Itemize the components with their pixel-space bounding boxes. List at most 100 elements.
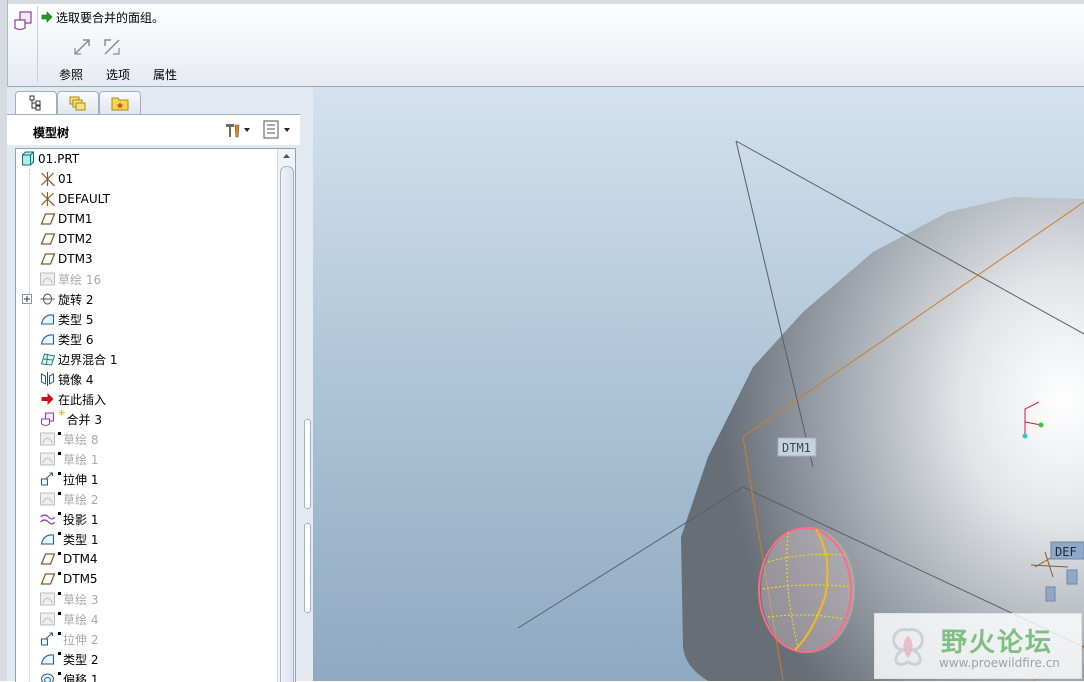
prompt-arrow-icon bbox=[41, 11, 53, 23]
show-options-icon[interactable] bbox=[262, 120, 294, 140]
new-feature-marker bbox=[58, 432, 61, 435]
merge-feature-icon bbox=[12, 10, 34, 32]
tab-options[interactable]: 选项 bbox=[106, 66, 130, 83]
settings-tools-icon[interactable] bbox=[223, 121, 253, 139]
new-feature-marker bbox=[58, 652, 61, 655]
sketch-icon bbox=[39, 491, 56, 507]
new-feature-marker bbox=[58, 612, 61, 615]
tree-root-label: 01.PRT bbox=[38, 152, 79, 166]
tree-item[interactable]: DTM3 bbox=[39, 249, 93, 269]
sketch-icon bbox=[39, 451, 56, 467]
datum-plane-icon bbox=[39, 251, 56, 267]
tree-item[interactable]: 旋转 2 bbox=[39, 289, 93, 309]
tree-root[interactable]: 01.PRT bbox=[19, 149, 79, 169]
sphere-surface[interactable] bbox=[681, 197, 1084, 681]
tree-item[interactable]: 在此插入 bbox=[39, 389, 106, 409]
sketch-icon bbox=[39, 611, 56, 627]
surface-icon bbox=[39, 531, 56, 547]
tree-item-label: DTM1 bbox=[58, 212, 93, 226]
panel-splitter[interactable] bbox=[300, 87, 313, 681]
new-feature-marker bbox=[58, 672, 61, 675]
tree-item[interactable]: 偏移 1 bbox=[39, 669, 98, 682]
tab-references[interactable]: 参照 bbox=[59, 66, 83, 83]
boundary-blend-icon bbox=[39, 351, 56, 367]
sketch-icon bbox=[39, 431, 56, 447]
model-view: DTM1 DEF bbox=[313, 87, 1084, 681]
tree-item[interactable]: 镜像 4 bbox=[39, 369, 93, 389]
csys-icon bbox=[39, 171, 56, 187]
model-tree-header: 模型树 bbox=[7, 114, 307, 145]
model-tree: 01.PRT 01DEFAULTDTM1DTM2DTM3草绘 16旋转 2类型 … bbox=[15, 148, 296, 682]
join-option-icon[interactable] bbox=[72, 37, 92, 57]
tree-item-label: 投影 1 bbox=[63, 511, 98, 528]
merge-icon bbox=[39, 411, 56, 427]
offset-icon bbox=[39, 671, 56, 682]
tree-item[interactable]: DTM1 bbox=[39, 209, 93, 229]
favorites-tab[interactable] bbox=[99, 91, 141, 114]
new-feature-marker bbox=[58, 592, 61, 595]
tree-item[interactable]: 草绘 8 bbox=[39, 429, 98, 449]
scrollbar-thumb[interactable] bbox=[280, 166, 294, 682]
top-toolbar-strip bbox=[0, 0, 1084, 4]
splitter-grip-bottom[interactable] bbox=[304, 523, 311, 613]
scroll-up-icon[interactable] bbox=[278, 149, 295, 163]
active-feature-star-icon: ✳ bbox=[58, 409, 66, 419]
tree-item[interactable]: 类型 6 bbox=[39, 329, 93, 349]
tree-item-label: DEFAULT bbox=[58, 192, 110, 206]
expand-icon[interactable] bbox=[22, 294, 32, 304]
model-tree-tab[interactable] bbox=[15, 91, 57, 115]
tree-item[interactable]: 类型 5 bbox=[39, 309, 93, 329]
tree-item-label: 草绘 16 bbox=[58, 271, 101, 288]
message-prompt: 选取要合并的面组。 bbox=[41, 9, 164, 25]
feature-dashboard: 选取要合并的面组。 参照 选项 属性 bbox=[0, 0, 1084, 87]
extrude-icon bbox=[39, 471, 56, 487]
tree-item-label: 偏移 1 bbox=[63, 671, 98, 682]
surface-icon bbox=[39, 651, 56, 667]
tree-item[interactable]: 边界混合 1 bbox=[39, 349, 117, 369]
tree-item-label: DTM4 bbox=[63, 552, 98, 566]
model-tree-tab-icon bbox=[28, 95, 44, 111]
dtm1-label: DTM1 bbox=[782, 441, 811, 455]
tree-item[interactable]: DTM2 bbox=[39, 229, 93, 249]
tree-item-label: DTM2 bbox=[58, 232, 93, 246]
projection-icon bbox=[39, 511, 56, 527]
csys-icon bbox=[39, 191, 56, 207]
watermark-url: www.proewildfire.cn bbox=[939, 656, 1060, 670]
tree-item-label: 拉伸 2 bbox=[63, 631, 98, 648]
tree-item[interactable]: DTM4 bbox=[39, 549, 98, 569]
tree-guide-line bbox=[29, 169, 30, 682]
graphics-viewport[interactable]: DTM1 DEF bbox=[313, 87, 1084, 681]
new-feature-marker bbox=[58, 512, 61, 515]
new-feature-marker bbox=[58, 572, 61, 575]
tree-item[interactable]: 类型 1 bbox=[39, 529, 98, 549]
tree-item[interactable]: 草绘 3 bbox=[39, 589, 98, 609]
tree-scrollbar[interactable] bbox=[277, 149, 295, 682]
tree-item[interactable]: 草绘 1 bbox=[39, 449, 98, 469]
revolve-icon bbox=[39, 291, 56, 307]
splitter-grip-top[interactable] bbox=[304, 419, 311, 509]
tree-item[interactable]: 拉伸 1 bbox=[39, 469, 98, 489]
surface-icon bbox=[39, 331, 56, 347]
flip-side-icon[interactable] bbox=[102, 37, 122, 57]
tree-item[interactable]: 类型 2 bbox=[39, 649, 98, 669]
prompt-text: 选取要合并的面组。 bbox=[56, 9, 164, 26]
datum-plane-icon bbox=[39, 551, 56, 567]
tree-item-label: 草绘 2 bbox=[63, 491, 98, 508]
tree-item-label: DTM5 bbox=[63, 572, 98, 586]
new-feature-marker bbox=[58, 532, 61, 535]
new-feature-marker bbox=[58, 492, 61, 495]
tab-properties[interactable]: 属性 bbox=[153, 66, 177, 83]
tree-item[interactable]: ✳合并 3 bbox=[39, 409, 102, 429]
tree-item-label: 类型 1 bbox=[63, 531, 98, 548]
extrude-icon bbox=[39, 631, 56, 647]
tree-item[interactable]: 草绘 16 bbox=[39, 269, 101, 289]
folder-browser-tab[interactable] bbox=[57, 91, 99, 114]
tree-item[interactable]: 01 bbox=[39, 169, 73, 189]
tree-item[interactable]: 投影 1 bbox=[39, 509, 98, 529]
tree-item[interactable]: DEFAULT bbox=[39, 189, 110, 209]
tree-item[interactable]: 拉伸 2 bbox=[39, 629, 98, 649]
tree-item[interactable]: 草绘 2 bbox=[39, 489, 98, 509]
tree-item[interactable]: DTM5 bbox=[39, 569, 98, 589]
sketch-icon bbox=[39, 591, 56, 607]
tree-item[interactable]: 草绘 4 bbox=[39, 609, 98, 629]
